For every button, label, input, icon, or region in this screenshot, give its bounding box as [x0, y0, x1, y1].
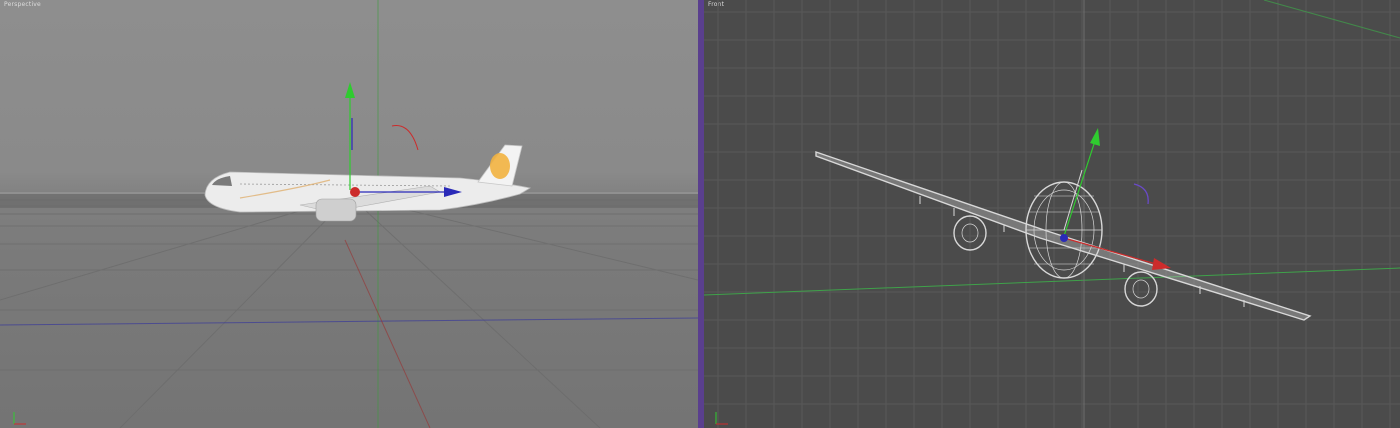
tail-logo	[490, 153, 510, 179]
front-scene	[704, 0, 1400, 428]
rotation-arc-icon[interactable]	[1133, 183, 1149, 205]
front-viewport[interactable]: Front	[704, 0, 1400, 428]
move-axis-x-icon[interactable]	[350, 187, 360, 197]
gizmo-y-line	[1063, 143, 1095, 237]
cinema4d-viewport-area: Perspective Front	[0, 0, 1400, 428]
perspective-scene	[0, 0, 698, 428]
world-axis-icon	[13, 412, 26, 425]
world-z-axis	[0, 317, 698, 326]
world-x-axis	[344, 239, 431, 428]
move-axis-y-icon[interactable]	[345, 82, 355, 98]
move-axis-z-icon[interactable]	[1060, 234, 1068, 242]
world-z-axis-line	[1263, 0, 1400, 39]
ground-grid	[0, 195, 698, 428]
perspective-viewport[interactable]: Perspective	[0, 0, 698, 428]
rotation-arc-icon[interactable]	[391, 125, 419, 151]
front-grid	[704, 0, 1400, 428]
move-axis-y-icon[interactable]	[1090, 128, 1100, 146]
world-x-axis-line	[704, 267, 1400, 296]
airplane-model[interactable]	[204, 144, 532, 222]
tail-fin	[1063, 169, 1083, 231]
engine	[315, 198, 357, 222]
engine-right	[1124, 271, 1158, 307]
